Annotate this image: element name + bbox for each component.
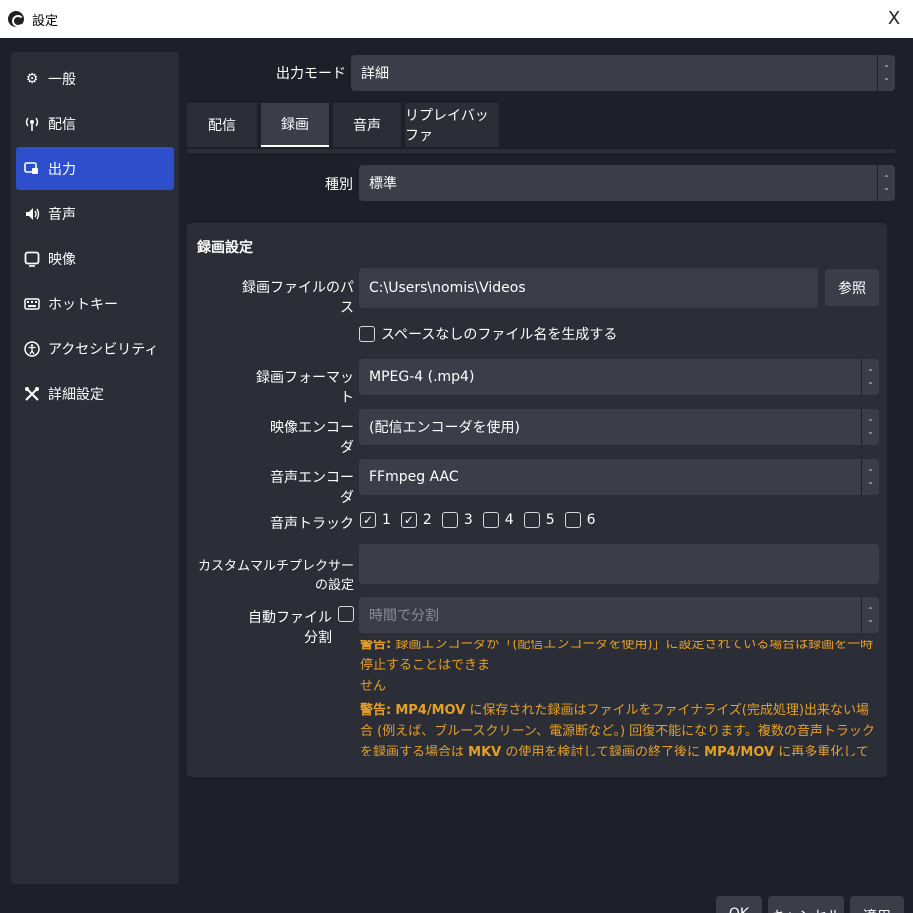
- sidebar-item-audio[interactable]: 音声: [16, 192, 174, 235]
- chevron-updown-icon: ⌃ ⌄: [877, 165, 895, 201]
- autosplit-select[interactable]: 時間で分割 ⌃ ⌄: [359, 597, 879, 633]
- audio-encoder-select[interactable]: FFmpeg AAC ⌃ ⌄: [359, 459, 879, 495]
- accessibility-icon: [24, 340, 40, 357]
- obs-logo-icon: [8, 11, 24, 27]
- title-bar: 設定 X: [0, 0, 913, 38]
- track-number: 2: [422, 512, 432, 528]
- track-number: 3: [463, 512, 473, 528]
- video-encoder-value: (配信エンコーダを使用): [369, 420, 520, 436]
- track-checkbox-3[interactable]: [441, 512, 458, 528]
- warnings-scroll-area[interactable]: 警告: 録画エンコーダが「(配信エンコーダを使用)」に設定されている場合は録画を…: [187, 640, 887, 756]
- sidebar-item-label: アクセシビリティ: [48, 341, 159, 358]
- sidebar-item-output[interactable]: 出力: [16, 147, 174, 190]
- sidebar-item-label: 一般: [48, 71, 76, 88]
- audio-tracks: ✓ 1 ✓ 2 3 4 5 6: [360, 512, 606, 528]
- warning-prefix: 警告:: [360, 640, 392, 652]
- sidebar-item-label: 映像: [48, 251, 76, 268]
- keyboard-icon: [24, 296, 40, 312]
- path-label: 録画ファイルのパス: [242, 280, 354, 316]
- format-select[interactable]: MPEG-4 (.mp4) ⌃ ⌄: [359, 359, 879, 395]
- format-label: 録画フォーマット: [256, 370, 354, 406]
- sidebar-item-hotkeys[interactable]: ホットキー: [16, 282, 174, 325]
- chevron-updown-icon: ⌃ ⌄: [861, 359, 879, 395]
- sidebar-item-label: 出力: [48, 161, 76, 178]
- tab-audio[interactable]: 音声: [333, 103, 401, 147]
- sidebar-item-accessibility[interactable]: アクセシビリティ: [16, 327, 174, 370]
- warning-text: の使用を検討して録画の終了後に: [505, 745, 700, 756]
- ok-button[interactable]: OK: [716, 896, 762, 913]
- chevron-updown-icon: ⌃ ⌄: [861, 409, 879, 445]
- track-checkbox-5[interactable]: [523, 512, 540, 528]
- video-encoder-label: 映像エンコーダ: [270, 420, 354, 456]
- track-number: 6: [586, 512, 596, 528]
- gear-icon: ⚙: [25, 70, 39, 87]
- audio-encoder-label: 音声エンコーダ: [270, 470, 354, 506]
- no-space-checkbox[interactable]: [359, 326, 375, 342]
- muxer-input[interactable]: [359, 544, 879, 584]
- warning-format: MP4/MOV: [704, 745, 775, 756]
- autosplit-checkbox[interactable]: [338, 606, 354, 622]
- output-mode-value: 詳細: [361, 66, 389, 82]
- sidebar-item-stream[interactable]: 配信: [16, 102, 174, 145]
- type-label: 種別: [325, 177, 353, 193]
- cancel-button[interactable]: キャンセル: [768, 896, 844, 913]
- autosplit-value: 時間で分割: [369, 608, 439, 624]
- track-checkbox-6[interactable]: [564, 512, 581, 528]
- warning-text: 録画エンコーダが「(配信エンコーダを使用)」に設定されている場合は録画を一時停止…: [360, 640, 874, 673]
- warning-mp4: 警告: MP4/MOV に保存された録画はファイルをファイナライズ(完成処理)出…: [360, 700, 880, 756]
- format-value: MPEG-4 (.mp4): [369, 369, 475, 385]
- path-value: C:\Users\nomis\Videos: [369, 280, 526, 296]
- muxer-label: カスタムマルチプレクサーの設定: [197, 559, 354, 593]
- tab-divider: [187, 149, 895, 153]
- sidebar-item-label: ホットキー: [48, 296, 118, 313]
- output-icon: [24, 161, 40, 177]
- track-number: 1: [382, 512, 391, 528]
- group-title: 録画設定: [197, 240, 253, 256]
- track-checkbox-1[interactable]: ✓: [360, 512, 376, 528]
- tab-stream[interactable]: 配信: [187, 103, 257, 147]
- sidebar-item-label: 配信: [48, 116, 76, 133]
- warning-format: MKV: [468, 745, 502, 756]
- warning-prefix: 警告:: [360, 703, 392, 718]
- chevron-updown-icon: ⌃ ⌄: [861, 459, 879, 495]
- output-tabs: 配信 録画 音声 リプレイバッファ: [187, 103, 503, 149]
- tab-replay-buffer[interactable]: リプレイバッファ: [405, 103, 499, 147]
- output-mode-label: 出力モード: [276, 66, 346, 82]
- no-space-row: スペースなしのファイル名を生成する: [359, 324, 617, 344]
- apply-button[interactable]: 適用: [850, 896, 904, 913]
- warning-text: せん: [360, 679, 387, 694]
- track-number: 4: [504, 512, 514, 528]
- output-mode-select[interactable]: 詳細 ⌃ ⌄: [351, 55, 895, 91]
- warning-encoder: 警告: 録画エンコーダが「(配信エンコーダを使用)」に設定されている場合は録画を…: [360, 640, 880, 697]
- video-encoder-select[interactable]: (配信エンコーダを使用) ⌃ ⌄: [359, 409, 879, 445]
- sidebar-item-label: 詳細設定: [48, 386, 104, 403]
- settings-sidebar: ⚙ 一般 配信 出力 音声 映像 ホットキー アクセシビリティ 詳細設定: [11, 52, 179, 884]
- sidebar-item-general[interactable]: ⚙ 一般: [16, 57, 174, 100]
- no-space-label: スペースなしのファイル名を生成する: [381, 327, 618, 343]
- monitor-icon: [24, 251, 40, 267]
- close-icon[interactable]: X: [883, 8, 905, 30]
- track-checkbox-4[interactable]: [482, 512, 499, 528]
- warning-format: MP4/MOV: [395, 703, 466, 718]
- sidebar-item-advanced[interactable]: 詳細設定: [16, 372, 174, 415]
- window-title: 設定: [32, 13, 59, 29]
- speaker-icon: [24, 206, 40, 222]
- audio-track-label: 音声トラック: [270, 516, 354, 532]
- type-select[interactable]: 標準 ⌃ ⌄: [359, 165, 895, 201]
- sidebar-item-video[interactable]: 映像: [16, 237, 174, 280]
- type-value: 標準: [369, 176, 397, 192]
- track-number: 5: [545, 512, 555, 528]
- chevron-updown-icon: ⌃ ⌄: [877, 55, 895, 91]
- track-checkbox-2[interactable]: ✓: [400, 512, 417, 528]
- tab-recording[interactable]: 録画: [261, 103, 329, 147]
- tools-icon: [24, 386, 40, 402]
- browse-button[interactable]: 参照: [825, 269, 879, 306]
- audio-encoder-value: FFmpeg AAC: [369, 469, 459, 485]
- path-input[interactable]: C:\Users\nomis\Videos: [359, 268, 818, 308]
- chevron-updown-icon: ⌃ ⌄: [861, 597, 879, 633]
- broadcast-icon: [24, 116, 40, 132]
- sidebar-item-label: 音声: [48, 206, 76, 223]
